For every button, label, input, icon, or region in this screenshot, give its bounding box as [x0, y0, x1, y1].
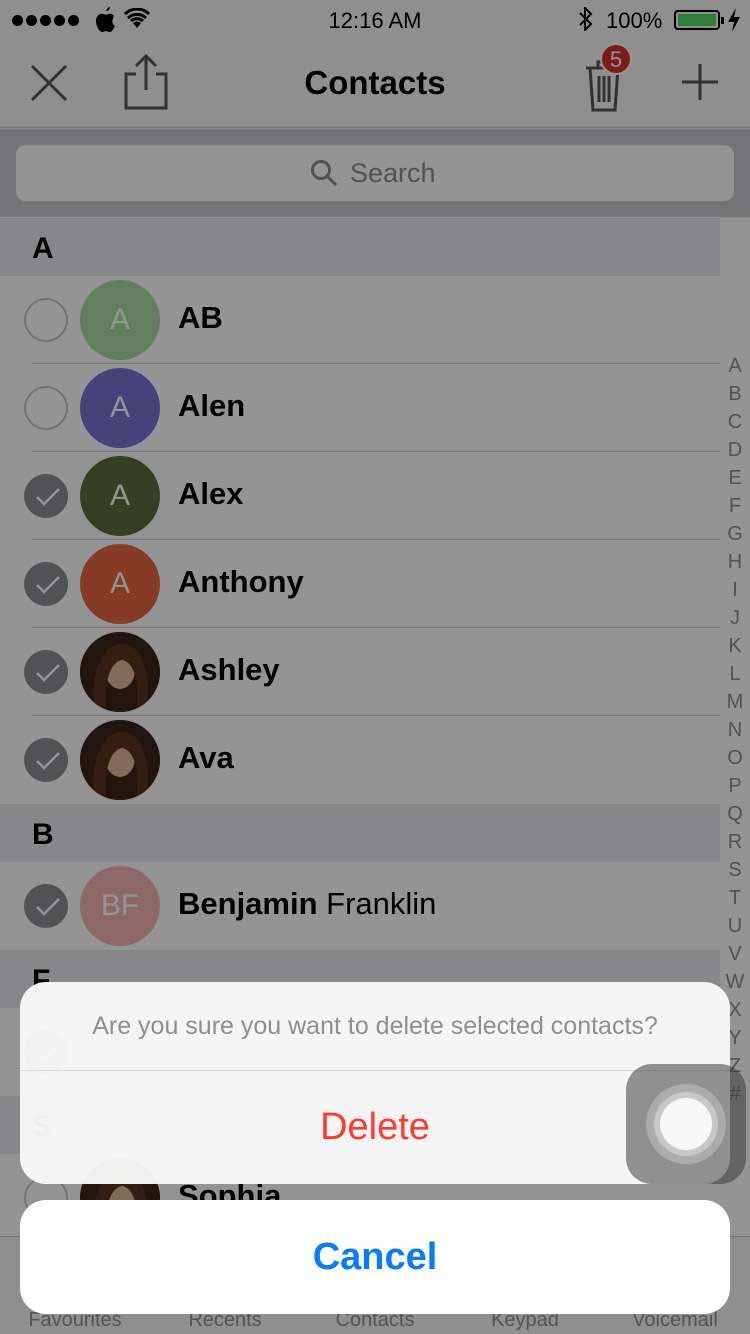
delete-confirmation-sheet: Are you sure you want to delete selected… [20, 982, 730, 1184]
delete-button[interactable]: Delete [20, 1071, 730, 1184]
assistive-touch-button[interactable] [626, 1064, 746, 1184]
confirmation-message: Are you sure you want to delete selected… [92, 1012, 658, 1040]
cancel-button[interactable]: Cancel [20, 1200, 730, 1314]
